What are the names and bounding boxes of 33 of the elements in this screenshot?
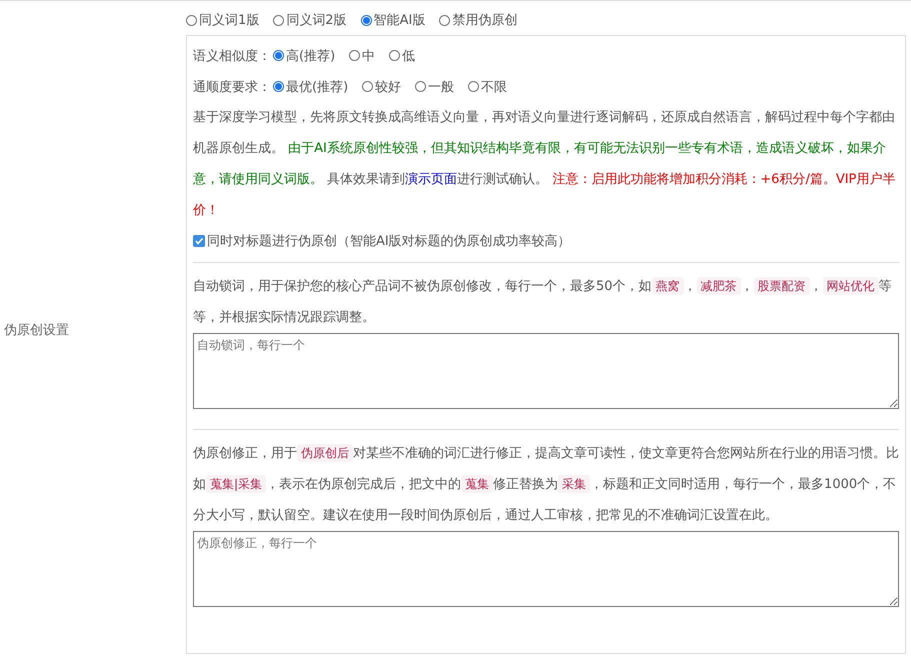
radio-option[interactable]: 同义词1版	[186, 11, 260, 29]
radio-button[interactable]	[415, 81, 426, 92]
radio-option[interactable]: 最优(推荐)	[273, 78, 348, 96]
description-text: 基于深度学习模型，先将原文转换成高维语义向量，再对语义向量进行逐词解码，还原成自然语言，解码过程中每个字都由机器原创生成。 由于AI系统原创性较强，但其知识结构毕竟有限，有可能无法识别一些专有术语，造成语义破坏，如果介意，请使用同义词版。 具体效果请到演示页面进行测试确认。 注意：启用此功能将增加积分消耗：+6积分/篇。VIP用户半价！	[193, 109, 896, 220]
radio-option[interactable]: 一般	[415, 78, 454, 96]
radio-button[interactable]	[468, 81, 480, 92]
checkbox[interactable]	[193, 235, 205, 247]
option-label: 通顺度要求：	[193, 78, 271, 96]
radio-option[interactable]: 中	[349, 46, 376, 64]
radio-button[interactable]	[389, 50, 400, 61]
radio-option[interactable]: 不限	[468, 78, 508, 96]
title-checkbox-option[interactable]: 同时对标题进行伪原创（智能AI版对标题的伪原创成功率较高）	[193, 232, 571, 250]
radio-button[interactable]	[186, 14, 197, 26]
radio-option[interactable]: 高(推荐)	[273, 46, 336, 64]
lock-words-field[interactable]: 自动锁词，每行一个	[193, 333, 899, 409]
correction-field[interactable]: 伪原创修正，每行一个	[193, 531, 899, 607]
radio-option[interactable]: 禁用伪原创	[439, 11, 518, 29]
radio-button[interactable]	[349, 50, 360, 61]
radio-option[interactable]: 智能AI版	[360, 11, 426, 29]
radio-button[interactable]	[273, 14, 284, 26]
radio-button[interactable]	[273, 81, 284, 92]
section-label: 伪原创设置	[4, 322, 69, 338]
radio-option[interactable]: 同义词2版	[273, 11, 347, 29]
radio-button[interactable]	[362, 81, 374, 92]
option-label: 语义相似度：	[193, 48, 271, 64]
radio-button[interactable]	[273, 50, 284, 61]
radio-option[interactable]: 低	[389, 46, 416, 64]
radio-button[interactable]	[360, 14, 372, 26]
lock-words-description: 自动锁词，用于保护您的核心产品词不被伪原创修改，每行一个，最多50个，如 燕窝 ， 减肥茶 ， 股票配资 ， 网站优化 等等，并根据实际情况跟踪调整。	[193, 276, 893, 327]
demo-page-link[interactable]: 演示页面	[405, 172, 458, 187]
radio-button[interactable]	[439, 14, 450, 26]
radio-option[interactable]: 较好	[362, 78, 402, 96]
correction-description: 伪原创修正，用于 伪原创后 对某些不准确的词汇进行修正，提高文章可读性，使文章更符合您网站所在行业的用语习惯。比如 蒐集|采集 ，表示在伪原创完成后，把文中的 蒐集 修正替换为 采集 ，标题和正文同时适用，每行一个，最多1000个，不分大小写，默认留空。建议在使用一段时间伪原创后，通过人工审核，把常见的不准确词汇设置在此。	[193, 443, 899, 525]
